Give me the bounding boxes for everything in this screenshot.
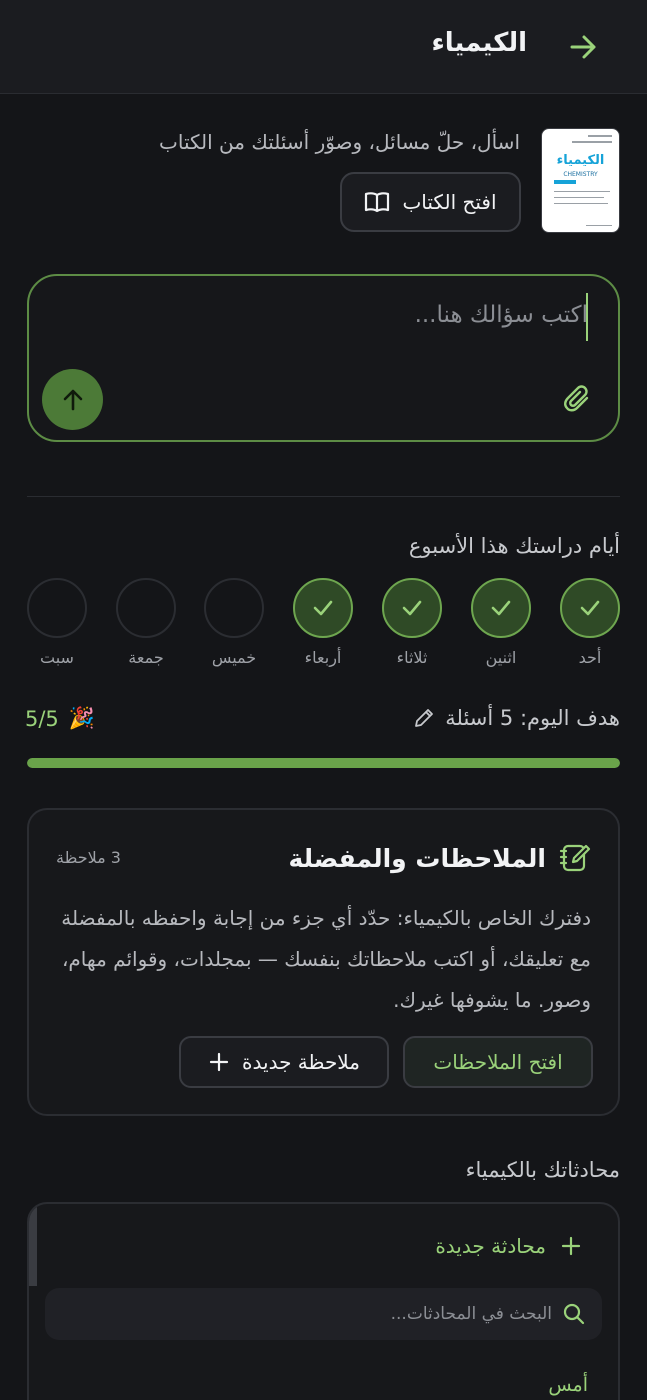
question-input-placeholder[interactable]: اكتب سؤالك هنا... — [415, 302, 588, 328]
day-friday: جمعة — [116, 578, 176, 667]
book-thumb-title: الكيمياء — [556, 153, 605, 168]
day-label: اثنين — [485, 648, 517, 667]
notebook-edit-icon — [559, 844, 591, 872]
day-check-circle — [471, 578, 531, 638]
day-empty-circle — [204, 578, 264, 638]
open-book-label: افتح الكتاب — [402, 190, 497, 214]
chats-card: محادثة جديدة أمس — [27, 1202, 620, 1400]
new-chat-label: محادثة جديدة — [435, 1234, 546, 1258]
send-button[interactable] — [42, 369, 103, 430]
notes-count: 3 ملاحظة — [56, 848, 121, 867]
new-note-button[interactable]: ملاحظة جديدة — [179, 1036, 389, 1088]
day-wednesday: أربعاء — [293, 578, 353, 667]
chat-search-input[interactable] — [72, 1304, 552, 1324]
day-label: جمعة — [128, 648, 164, 667]
daily-goal[interactable]: هدف اليوم: 5 أسئلة — [413, 706, 620, 730]
week-study-title: أيام دراستك هذا الأسبوع — [408, 534, 620, 558]
chats-section-title: محادثاتك بالكيمياء — [465, 1158, 620, 1182]
day-sunday: أحد — [560, 578, 620, 667]
search-icon — [563, 1303, 585, 1325]
check-icon — [402, 600, 422, 616]
new-note-label: ملاحظة جديدة — [242, 1050, 360, 1074]
goal-progress-bar — [27, 758, 620, 768]
notes-card: الملاحظات والمفضلة 3 ملاحظة دفترك الخاص … — [27, 808, 620, 1116]
day-check-circle — [293, 578, 353, 638]
day-label: أربعاء — [304, 648, 342, 667]
book-open-icon — [365, 192, 390, 213]
daily-goal-count: 🎉 5/5 — [25, 706, 95, 731]
day-check-circle — [382, 578, 442, 638]
app-header: الكيمياء — [0, 0, 647, 94]
book-intro-text: اسأل، حلّ مسائل، وصوّر أسئلتك من الكتاب — [159, 130, 520, 154]
check-icon — [580, 600, 600, 616]
day-label: خميس — [211, 648, 257, 667]
chat-group-yesterday: أمس — [548, 1374, 588, 1396]
check-icon — [491, 600, 511, 616]
plus-icon — [209, 1052, 229, 1072]
day-monday: اثنين — [471, 578, 531, 667]
section-divider — [27, 496, 620, 497]
paperclip-icon[interactable] — [563, 384, 593, 414]
goal-progress-fill — [27, 758, 620, 768]
scrollbar[interactable] — [29, 1204, 37, 1286]
notes-title: الملاحظات والمفضلة — [288, 844, 546, 873]
day-label: سبت — [40, 648, 74, 667]
day-thursday: خميس — [204, 578, 264, 667]
check-icon — [313, 600, 333, 616]
book-cover-thumbnail[interactable]: الكيمياء CHEMISTRY — [541, 128, 620, 233]
new-chat-button[interactable]: محادثة جديدة — [435, 1234, 582, 1258]
notes-description: دفترك الخاص بالكيمياء: حدّد أي جزء من إج… — [61, 906, 591, 1012]
pencil-icon[interactable] — [413, 707, 435, 729]
day-label: ثلاثاء — [396, 648, 428, 667]
day-empty-circle — [116, 578, 176, 638]
day-check-circle — [560, 578, 620, 638]
book-thumb-subtitle: CHEMISTRY — [563, 171, 598, 178]
arrow-up-icon — [63, 389, 82, 410]
plus-icon — [561, 1236, 581, 1256]
page-title: الكيمياء — [431, 28, 527, 58]
day-tuesday: ثلاثاء — [382, 578, 442, 667]
day-empty-circle — [27, 578, 87, 638]
daily-goal-label: هدف اليوم: 5 أسئلة — [445, 706, 620, 730]
open-book-button[interactable]: افتح الكتاب — [340, 172, 521, 232]
day-saturday: سبت — [27, 578, 87, 667]
open-notes-label: افتح الملاحظات — [433, 1050, 563, 1074]
party-icon: 🎉 — [68, 706, 95, 730]
arrow-right-icon[interactable] — [566, 30, 600, 64]
question-composer[interactable]: اكتب سؤالك هنا... — [27, 274, 620, 442]
chat-search-box[interactable] — [45, 1288, 602, 1340]
goal-count-text: 5/5 — [25, 706, 59, 731]
day-label: أحد — [578, 648, 602, 667]
open-notes-button[interactable]: افتح الملاحظات — [403, 1036, 593, 1088]
